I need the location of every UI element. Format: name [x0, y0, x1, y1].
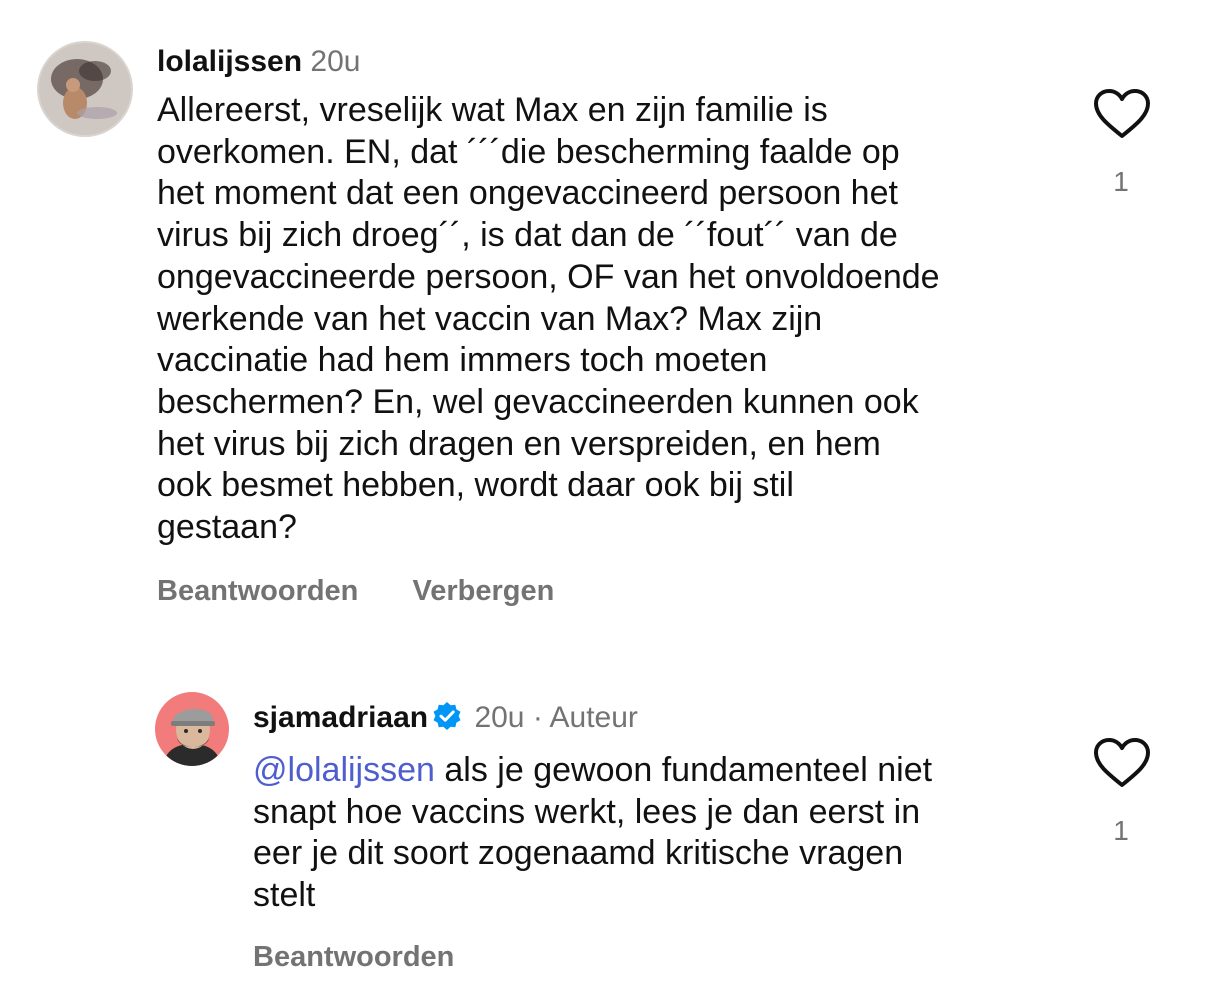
comment-header: sjamadriaan 20u · Auteur: [253, 700, 638, 740]
like-button[interactable]: [1092, 737, 1152, 794]
comment-header: lolalijssen 20u: [157, 44, 360, 80]
comments-screen: lolalijssen 20u Allereerst, vreselijk wa…: [0, 0, 1206, 1001]
comment-lolalijssen: lolalijssen 20u Allereerst, vreselijk wa…: [0, 0, 1206, 640]
comment-line: beschermen? En, wel gevaccineerden kunne…: [157, 382, 919, 421]
like-count: 1: [1113, 815, 1129, 846]
mention-link[interactable]: @lolalijssen: [253, 751, 435, 789]
separator: ·: [532, 701, 543, 734]
like-count: 1: [1113, 166, 1129, 197]
heart-outline-icon: [1094, 738, 1150, 787]
comment-line: ook besmet hebben, wordt daar ook bij st…: [157, 466, 794, 505]
heart-outline-icon: [1094, 89, 1150, 138]
reply-button[interactable]: Beantwoorden: [157, 575, 358, 607]
comment-line: stelt: [253, 876, 316, 915]
comment-line: snapt hoe vaccins werkt, lees je dan eer…: [253, 792, 921, 831]
comment-line: Allereerst, vreselijk wat Max en zijn fa…: [157, 91, 828, 129]
comment-line: vaccinatie had hem immers toch moeten: [157, 341, 768, 380]
comment-line: eer je dit soort zogenaamd kritische vra…: [253, 834, 904, 873]
comment-line: virus bij zich droeg´´, is dat dan de ´´…: [157, 216, 898, 255]
username[interactable]: lolalijssen: [157, 45, 302, 78]
comment-actions: Beantwoorden: [253, 941, 500, 974]
comment-line: het moment dat een ongevaccineerd persoo…: [157, 174, 898, 213]
username[interactable]: sjamadriaan: [253, 701, 428, 734]
comment-line-text: als je gewoon fundamenteel niet: [444, 751, 933, 789]
comment-line: ongevaccineerde persoon, OF van het onvo…: [157, 257, 940, 296]
comment-sjamadriaan: sjamadriaan 20u · Auteur @lolalijssen al…: [0, 640, 1206, 1001]
comment-text: @lolalijssen als je gewoon fundamenteel …: [253, 750, 932, 917]
comment-line: overkomen. EN, dat ´´´die bescherming fa…: [157, 132, 900, 171]
avatar-painting-image: [37, 41, 133, 137]
verified-badge-icon: [432, 701, 462, 740]
hide-button[interactable]: Verbergen: [412, 575, 554, 607]
avatar-cartoon-image: [155, 692, 229, 766]
avatar[interactable]: [155, 692, 229, 766]
like-button[interactable]: [1092, 88, 1152, 145]
comment-line: werkende van het vaccin van Max? Max zij…: [157, 299, 823, 338]
timestamp: 20u: [474, 701, 525, 734]
comment-line: gestaan?: [157, 508, 297, 547]
comment-line: het virus bij zich dragen en verspreiden…: [157, 424, 881, 463]
author-tag: Auteur: [549, 701, 638, 734]
avatar[interactable]: [37, 41, 133, 137]
comment-actions: Beantwoorden Verbergen: [157, 575, 600, 608]
reply-button[interactable]: Beantwoorden: [253, 941, 454, 973]
comment-text: Allereerst, vreselijk wat Max en zijn fa…: [157, 90, 940, 549]
timestamp: 20u: [310, 45, 361, 78]
comment-line: @lolalijssen als je gewoon fundamenteel …: [253, 750, 932, 792]
